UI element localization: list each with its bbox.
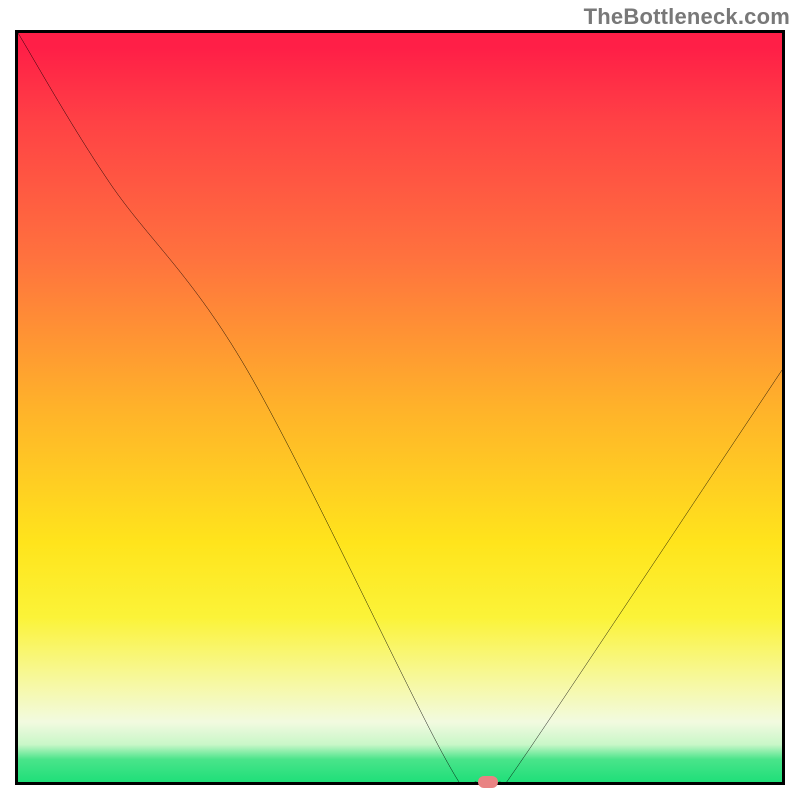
chart-container: TheBottleneck.com xyxy=(0,0,800,800)
optimal-point-marker xyxy=(478,776,498,788)
bottleneck-curve xyxy=(18,33,782,782)
attribution-label: TheBottleneck.com xyxy=(584,4,790,30)
plot-area xyxy=(15,30,785,785)
